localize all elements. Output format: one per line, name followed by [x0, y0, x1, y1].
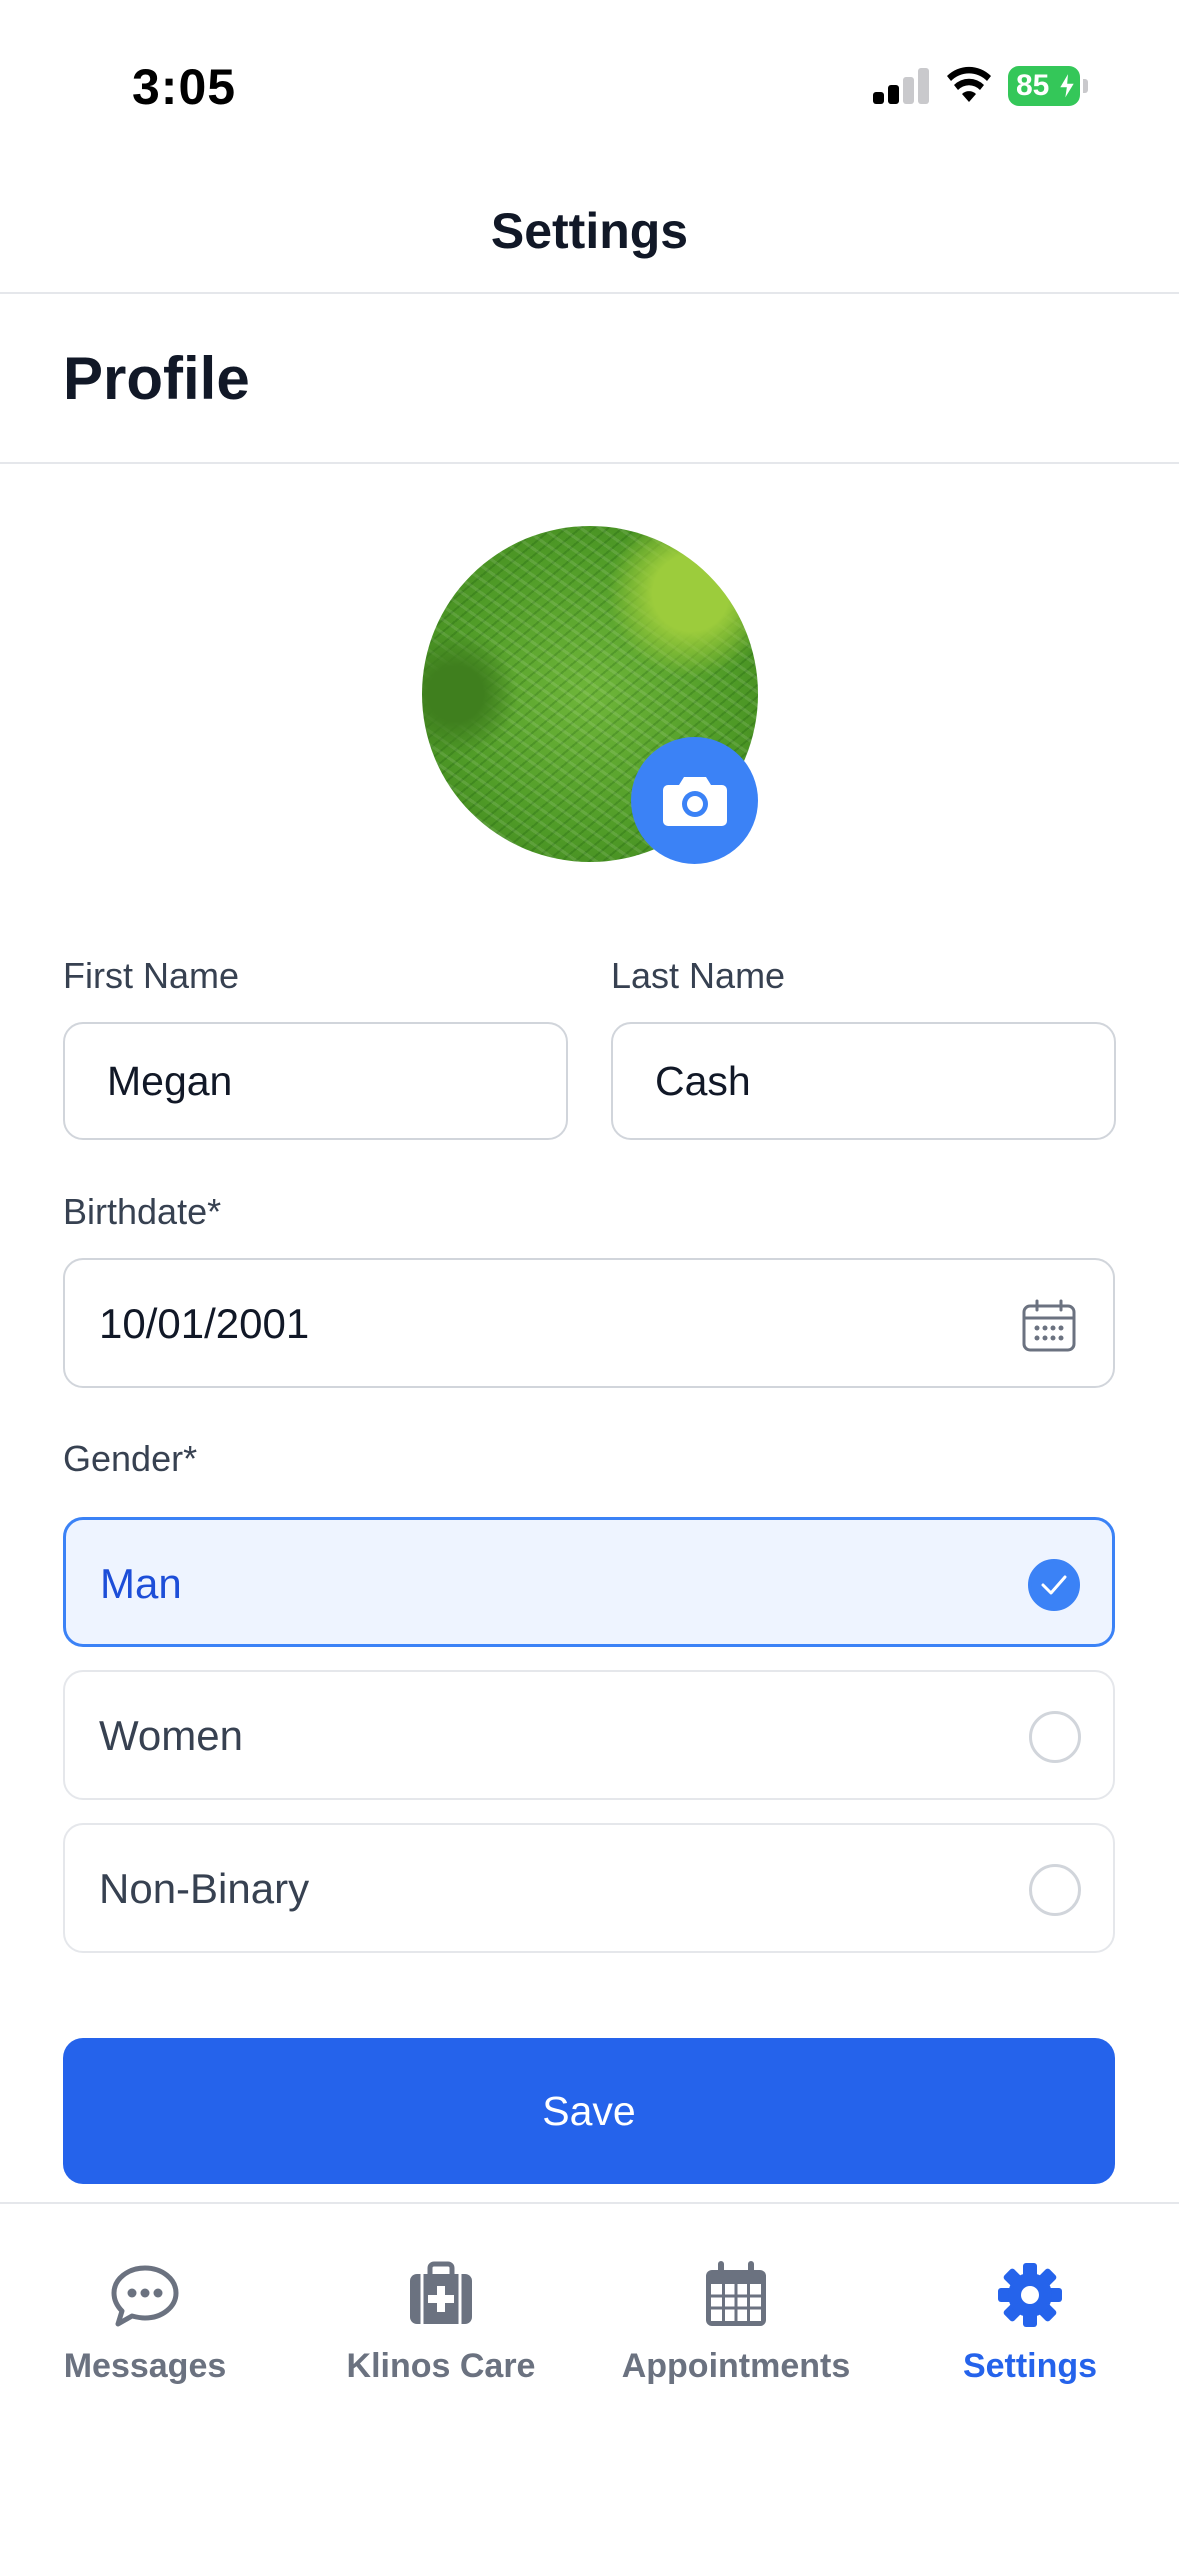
status-bar: 3:05 85 — [0, 0, 1179, 150]
profile-section-header: Profile — [0, 296, 1179, 464]
tab-label: Settings — [962, 2347, 1098, 2385]
tab-label: Appointments — [621, 2347, 851, 2385]
medical-kit-icon — [410, 2261, 472, 2324]
chat-bubble-icon — [111, 2265, 179, 2327]
tab-appointments[interactable]: Appointments — [606, 2252, 866, 2402]
wifi-icon — [947, 66, 991, 102]
option-label: Non-Binary — [99, 1865, 310, 1912]
tab-label: Klinos Care — [346, 2347, 536, 2385]
cellular-signal-icon — [873, 66, 931, 104]
camera-icon — [662, 776, 727, 826]
charging-bolt-icon — [1057, 70, 1077, 102]
birthdate-label: Birthdate* — [63, 1191, 222, 1232]
tab-messages[interactable]: Messages — [15, 2252, 275, 2402]
status-time: 3:05 — [132, 59, 237, 115]
battery-icon: 85 — [1008, 66, 1088, 106]
last-name-label: Last Name — [611, 955, 786, 996]
radio-empty-icon — [1029, 1711, 1081, 1763]
tab-klinos-care[interactable]: Klinos Care — [311, 2252, 571, 2402]
calendar-icon — [706, 2261, 766, 2326]
gender-label: Gender* — [63, 1438, 198, 1479]
page-title: Settings — [490, 203, 689, 259]
change-photo-button[interactable] — [631, 737, 758, 864]
first-name-label: First Name — [63, 955, 240, 996]
navigation-header: Settings — [0, 150, 1179, 294]
save-button[interactable]: Save — [63, 2038, 1115, 2184]
birthdate-value: 10/01/2001 — [99, 1300, 310, 1347]
option-label: Man — [100, 1560, 182, 1607]
checkmark-icon — [1028, 1559, 1080, 1611]
radio-empty-icon — [1029, 1864, 1081, 1916]
birthdate-field[interactable]: 10/01/2001 — [63, 1258, 1115, 1388]
tab-settings[interactable]: Settings — [900, 2252, 1160, 2402]
calendar-picker-icon[interactable] — [1021, 1298, 1077, 1354]
gender-option-women[interactable]: Women — [63, 1670, 1115, 1800]
first-name-input[interactable] — [63, 1022, 568, 1140]
gender-option-man[interactable]: Man — [63, 1517, 1115, 1647]
tab-label: Messages — [63, 2347, 227, 2385]
section-title: Profile — [63, 345, 250, 412]
last-name-input[interactable] — [611, 1022, 1116, 1140]
gear-icon — [998, 2263, 1062, 2327]
bottom-tab-bar: Messages Klinos Care Appointments Settin… — [0, 2202, 1179, 2556]
option-label: Women — [99, 1712, 243, 1759]
gender-option-non-binary[interactable]: Non-Binary — [63, 1823, 1115, 1953]
